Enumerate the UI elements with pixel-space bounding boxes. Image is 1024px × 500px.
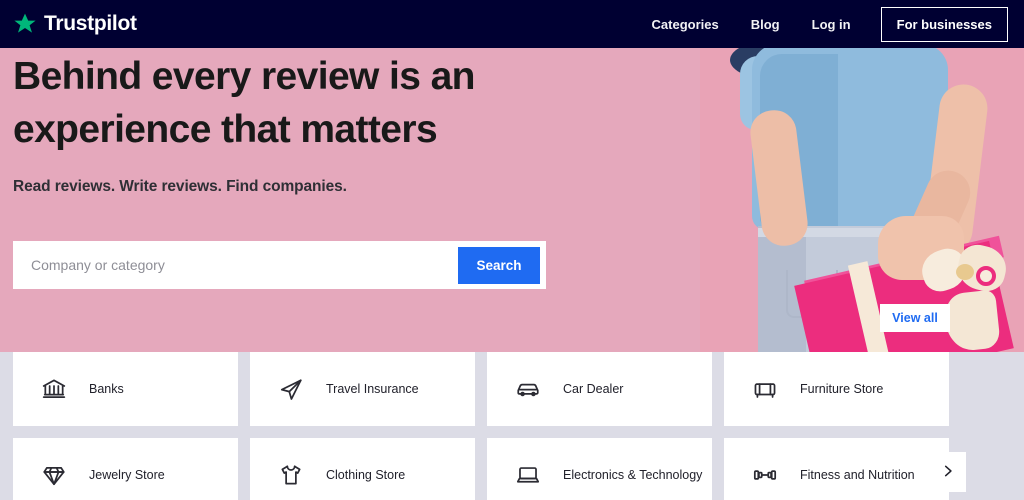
page-title-line1: Behind every review is an — [13, 55, 476, 98]
search-button[interactable]: Search — [458, 246, 540, 284]
nav-item-categories[interactable]: Categories — [636, 17, 735, 32]
category-card-furniture-store[interactable]: Furniture Store — [724, 352, 949, 426]
category-card-electronics-technology[interactable]: Electronics & Technology — [487, 438, 712, 500]
category-label: Car Dealer — [563, 381, 624, 396]
airplane-icon — [278, 376, 304, 402]
hero-photo — [700, 48, 1024, 352]
dumbbell-icon — [752, 462, 778, 488]
page-title-line2: experience that matters — [13, 108, 438, 151]
category-label: Travel Insurance — [326, 381, 419, 396]
nav-item-blog[interactable]: Blog — [735, 17, 796, 32]
site-header: Trustpilot Categories Blog Log in For bu… — [0, 0, 1024, 48]
category-card-fitness-nutrition[interactable]: Fitness and Nutrition — [724, 438, 949, 500]
laptop-icon — [515, 462, 541, 488]
tshirt-icon — [278, 462, 304, 488]
category-card-jewelry-store[interactable]: Jewelry Store — [13, 438, 238, 500]
view-all-button[interactable]: View all — [880, 304, 950, 332]
category-card-clothing-store[interactable]: Clothing Store — [250, 438, 475, 500]
category-label: Fitness and Nutrition — [800, 467, 915, 482]
search-bar: Search — [13, 241, 546, 289]
category-label: Banks — [89, 381, 124, 396]
category-card-travel-insurance[interactable]: Travel Insurance — [250, 352, 475, 426]
category-label: Jewelry Store — [89, 467, 165, 482]
star-icon — [13, 12, 37, 36]
main-nav: Categories Blog Log in For businesses — [636, 6, 1008, 42]
hero-section: Behind every review is an experience tha… — [0, 48, 1024, 352]
hero-content: Behind every review is an experience tha… — [13, 48, 476, 196]
category-label: Electronics & Technology — [563, 467, 703, 482]
category-card-car-dealer[interactable]: Car Dealer — [487, 352, 712, 426]
hero-subtitle: Read reviews. Write reviews. Find compan… — [13, 178, 347, 195]
carousel-next-button[interactable] — [930, 452, 966, 492]
chevron-right-icon — [941, 464, 955, 481]
category-grid: Banks Travel Insurance Car Dealer Furnit… — [13, 352, 949, 500]
bank-icon — [41, 376, 67, 402]
car-icon — [515, 376, 541, 402]
category-card-banks[interactable]: Banks — [13, 352, 238, 426]
category-label: Furniture Store — [800, 381, 884, 396]
page-root: Trustpilot Categories Blog Log in For bu… — [0, 0, 1024, 500]
trustpilot-logo[interactable]: Trustpilot — [13, 12, 137, 36]
for-businesses-button[interactable]: For businesses — [880, 6, 1008, 42]
category-label: Clothing Store — [326, 467, 406, 482]
nav-item-login[interactable]: Log in — [796, 17, 867, 32]
armchair-icon — [752, 376, 778, 402]
search-input[interactable] — [13, 241, 458, 289]
logo-text: Trustpilot — [44, 12, 137, 35]
diamond-icon — [41, 462, 67, 488]
